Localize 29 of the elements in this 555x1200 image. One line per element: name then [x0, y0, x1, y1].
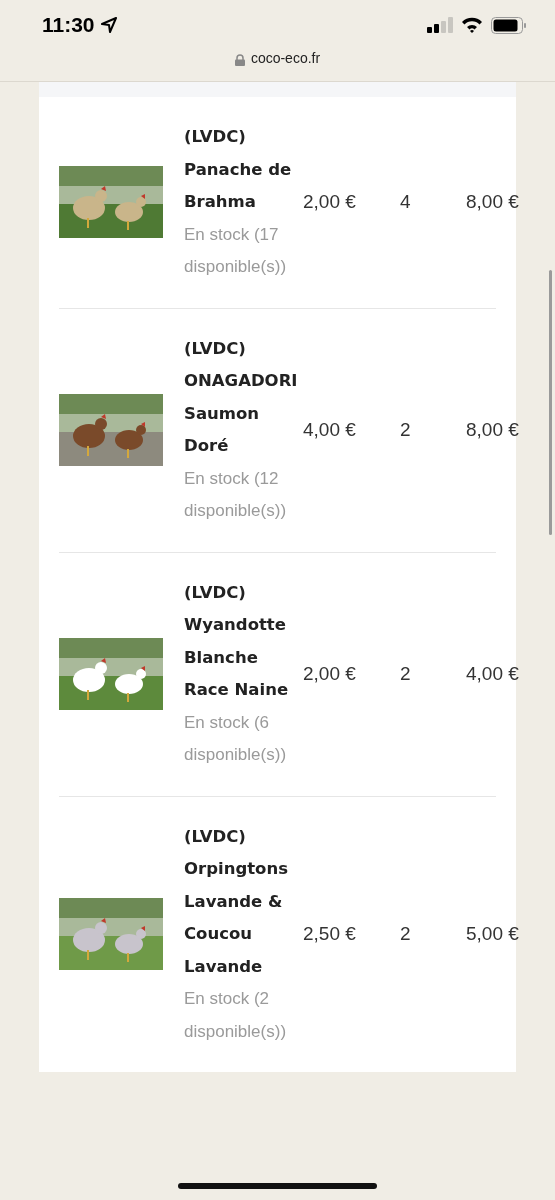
- scrollbar[interactable]: [549, 270, 552, 535]
- wifi-icon: [461, 17, 483, 33]
- line-total: 5,00 €: [466, 923, 519, 945]
- unit-price: 2,50 €: [303, 923, 356, 945]
- clock-time: 11:30: [42, 13, 95, 37]
- line-total: 4,00 €: [466, 663, 519, 684]
- product-name[interactable]: (LVDC) Orpingtons Lavande & Coucou Lavande: [184, 820, 303, 983]
- stock-status: En stock (12 disponible(s)): [184, 467, 288, 522]
- battery-icon: [491, 16, 527, 34]
- unit-price: 4,00 €: [303, 419, 356, 440]
- signal-icon: [427, 17, 453, 33]
- stock-status: En stock (17 disponible(s)): [184, 223, 288, 278]
- home-indicator[interactable]: [178, 1183, 377, 1189]
- quantity: 2: [400, 419, 411, 440]
- unit-price: 2,00 €: [303, 663, 356, 684]
- product-name[interactable]: (LVDC) Wyandotte Blanche Race Naine: [184, 576, 303, 707]
- line-total: 8,00 €: [466, 419, 519, 440]
- stock-status: En stock (6 disponible(s)): [184, 711, 288, 766]
- quantity: 4: [400, 191, 411, 213]
- quantity: 2: [400, 923, 411, 945]
- product-name[interactable]: (LVDC) ONAGADORI Saumon Doré: [184, 332, 303, 463]
- location-arrow-icon: [100, 17, 117, 33]
- stock-status: En stock (2 disponible(s)): [184, 988, 288, 1043]
- unit-price: 2,00 €: [303, 191, 356, 213]
- quantity: 2: [400, 663, 411, 684]
- lock-icon: [234, 54, 245, 66]
- url-text[interactable]: coco-eco.fr: [250, 50, 321, 66]
- product-name[interactable]: (LVDC) Panache de Brahma: [184, 121, 303, 219]
- line-total: 8,00 €: [466, 191, 519, 213]
